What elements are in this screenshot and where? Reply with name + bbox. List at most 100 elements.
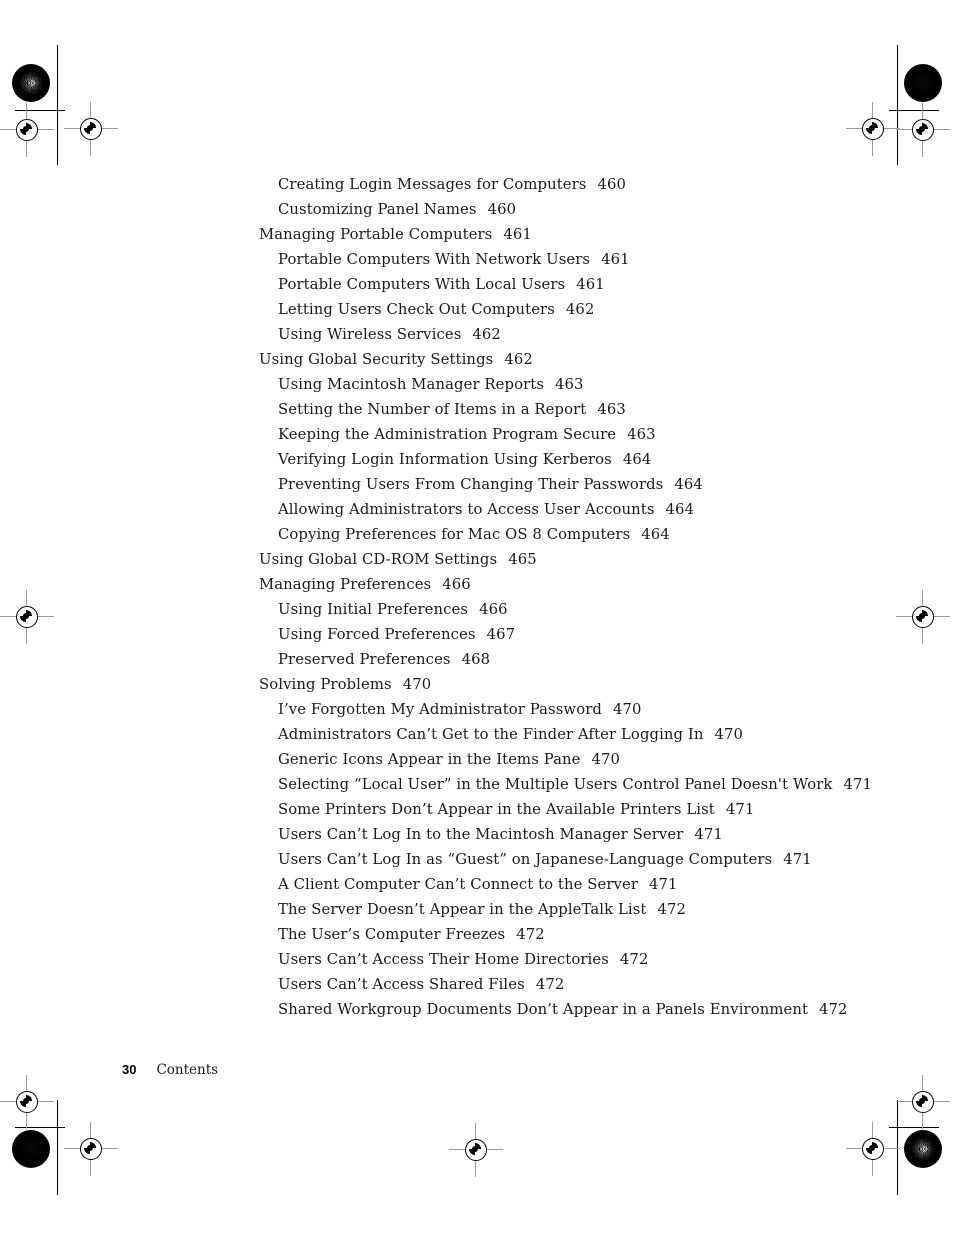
table-of-contents: Creating Login Messages for Computers 460… xyxy=(259,172,899,1022)
toc-entry[interactable]: Creating Login Messages for Computers 460 xyxy=(259,172,899,197)
toc-entry-page-number: 466 xyxy=(442,576,471,593)
toc-entry-page-number: 466 xyxy=(479,601,508,618)
toc-entry[interactable]: Using Forced Preferences 467 xyxy=(259,622,899,647)
toc-entry-title: Preserved Preferences xyxy=(278,651,451,668)
toc-entry-page-number: 468 xyxy=(461,651,491,668)
toc-entry-page-number: 465 xyxy=(508,551,537,568)
toc-entry-page-number: 471 xyxy=(725,801,755,818)
density-burst-bottom-left xyxy=(12,1130,50,1168)
density-burst-bottom-right xyxy=(904,1130,942,1168)
toc-entry[interactable]: Some Printers Don’t Appear in the Availa… xyxy=(259,797,899,822)
registration-mark-bottom-right xyxy=(846,1122,900,1176)
toc-entry-page-number: 472 xyxy=(819,1001,848,1018)
toc-entry-page-number: 463 xyxy=(627,426,656,443)
registration-mark-bottom-center xyxy=(449,1123,503,1177)
toc-entry[interactable]: I’ve Forgotten My Administrator Password… xyxy=(259,697,899,722)
density-burst-top-left xyxy=(12,64,50,102)
toc-entry[interactable]: Keeping the Administration Program Secur… xyxy=(259,422,899,447)
toc-entry-title: Keeping the Administration Program Secur… xyxy=(278,426,617,443)
density-burst-top-right xyxy=(904,64,942,102)
toc-entry[interactable]: Users Can’t Access Shared Files 472 xyxy=(259,972,899,997)
trim-line-left-top xyxy=(57,45,58,165)
toc-entry-page-number: 471 xyxy=(649,876,678,893)
registration-mark-top-right-outer xyxy=(896,103,950,157)
toc-entry-page-number: 463 xyxy=(597,401,626,418)
toc-entry[interactable]: Using Global Security Settings 462 xyxy=(259,347,899,372)
toc-entry[interactable]: The Server Doesn’t Appear in the AppleTa… xyxy=(259,897,899,922)
toc-entry-page-number: 472 xyxy=(516,926,545,943)
registration-mark-mid-left xyxy=(0,590,54,644)
registration-mark-bottom-right-outer xyxy=(896,1075,950,1129)
toc-entry-title: Using Global Security Settings xyxy=(259,351,494,368)
toc-entry[interactable]: Users Can’t Log In to the Macintosh Mana… xyxy=(259,822,899,847)
toc-entry-page-number: 464 xyxy=(665,501,695,518)
toc-entry-page-number: 461 xyxy=(576,276,605,293)
toc-entry[interactable]: Administrators Can’t Get to the Finder A… xyxy=(259,722,899,747)
toc-entry[interactable]: Using Macintosh Manager Reports 463 xyxy=(259,372,899,397)
toc-entry-title: Using Macintosh Manager Reports xyxy=(278,376,545,393)
toc-entry-page-number: 467 xyxy=(486,626,516,643)
registration-mark-bottom-left xyxy=(0,1075,54,1129)
toc-entry-page-number: 470 xyxy=(591,751,621,768)
toc-entry-title: Using Global CD-ROM Settings xyxy=(259,551,498,568)
toc-entry-page-number: 470 xyxy=(612,701,642,718)
footer-section-label: Contents xyxy=(156,1062,219,1078)
toc-entry-title: Managing Preferences xyxy=(259,576,432,593)
toc-entry[interactable]: Users Can’t Log In as “Guest” on Japanes… xyxy=(259,847,899,872)
toc-entry-page-number: 472 xyxy=(535,976,565,993)
toc-entry-title: Setting the Number of Items in a Report xyxy=(278,401,587,418)
toc-entry[interactable]: Using Wireless Services 462 xyxy=(259,322,899,347)
registration-mark-bottom-left-inner xyxy=(64,1122,118,1176)
toc-entry-title: Using Initial Preferences xyxy=(278,601,469,618)
toc-entry-title: Solving Problems xyxy=(259,676,392,693)
toc-entry-title: Letting Users Check Out Computers xyxy=(278,301,555,318)
toc-entry-title: Portable Computers With Local Users xyxy=(278,276,566,293)
toc-entry[interactable]: Managing Preferences 466 xyxy=(259,572,899,597)
toc-entry[interactable]: Portable Computers With Local Users 461 xyxy=(259,272,899,297)
registration-mark-top-left-outer xyxy=(0,103,54,157)
toc-entry[interactable]: Copying Preferences for Mac OS 8 Compute… xyxy=(259,522,899,547)
toc-entry[interactable]: The User’s Computer Freezes 472 xyxy=(259,922,899,947)
toc-entry-page-number: 460 xyxy=(487,201,517,218)
toc-entry[interactable]: Setting the Number of Items in a Report 4… xyxy=(259,397,899,422)
toc-entry-title: Creating Login Messages for Computers xyxy=(278,176,587,193)
toc-entry-page-number: 472 xyxy=(657,901,687,918)
toc-entry[interactable]: Portable Computers With Network Users 461 xyxy=(259,247,899,272)
toc-entry-page-number: 471 xyxy=(783,851,812,868)
toc-entry[interactable]: Managing Portable Computers 461 xyxy=(259,222,899,247)
toc-entry-title: I’ve Forgotten My Administrator Password xyxy=(278,701,602,718)
toc-entry[interactable]: Preserved Preferences 468 xyxy=(259,647,899,672)
toc-entry[interactable]: Users Can’t Access Their Home Directorie… xyxy=(259,947,899,972)
toc-entry[interactable]: Selecting “Local User” in the Multiple U… xyxy=(259,772,899,797)
toc-entry-title: Generic Icons Appear in the Items Pane xyxy=(278,751,581,768)
toc-entry-page-number: 460 xyxy=(597,176,627,193)
toc-entry-title: Users Can’t Access Their Home Directorie… xyxy=(278,951,609,968)
toc-entry-title: Using Forced Preferences xyxy=(278,626,476,643)
toc-entry-title: The User’s Computer Freezes xyxy=(278,926,506,943)
toc-entry-page-number: 470 xyxy=(714,726,744,743)
toc-entry[interactable]: Shared Workgroup Documents Don’t Appear … xyxy=(259,997,899,1022)
toc-entry-title: Some Printers Don’t Appear in the Availa… xyxy=(278,801,715,818)
toc-entry[interactable]: Using Global CD-ROM Settings 465 xyxy=(259,547,899,572)
toc-entry[interactable]: Customizing Panel Names 460 xyxy=(259,197,899,222)
toc-entry-title: Managing Portable Computers xyxy=(259,226,493,243)
toc-entry-page-number: 463 xyxy=(555,376,584,393)
toc-entry-page-number: 464 xyxy=(622,451,652,468)
toc-entry-page-number: 461 xyxy=(601,251,630,268)
trim-line-left-bottom xyxy=(57,1100,58,1195)
toc-entry[interactable]: Letting Users Check Out Computers 462 xyxy=(259,297,899,322)
toc-entry-title: Allowing Administrators to Access User A… xyxy=(278,501,655,518)
toc-entry[interactable]: A Client Computer Can’t Connect to the S… xyxy=(259,872,899,897)
registration-mark-top-left xyxy=(64,102,118,156)
toc-entry-title: Preventing Users From Changing Their Pas… xyxy=(278,476,664,493)
toc-entry[interactable]: Solving Problems 470 xyxy=(259,672,899,697)
registration-mark-mid-right xyxy=(896,590,950,644)
toc-entry[interactable]: Using Initial Preferences 466 xyxy=(259,597,899,622)
toc-entry[interactable]: Preventing Users From Changing Their Pas… xyxy=(259,472,899,497)
toc-entry-title: Users Can’t Log In as “Guest” on Japanes… xyxy=(278,851,773,868)
toc-entry[interactable]: Generic Icons Appear in the Items Pane 47… xyxy=(259,747,899,772)
toc-entry-page-number: 462 xyxy=(472,326,501,343)
toc-entry-page-number: 470 xyxy=(402,676,432,693)
toc-entry[interactable]: Allowing Administrators to Access User A… xyxy=(259,497,899,522)
toc-entry[interactable]: Verifying Login Information Using Kerber… xyxy=(259,447,899,472)
